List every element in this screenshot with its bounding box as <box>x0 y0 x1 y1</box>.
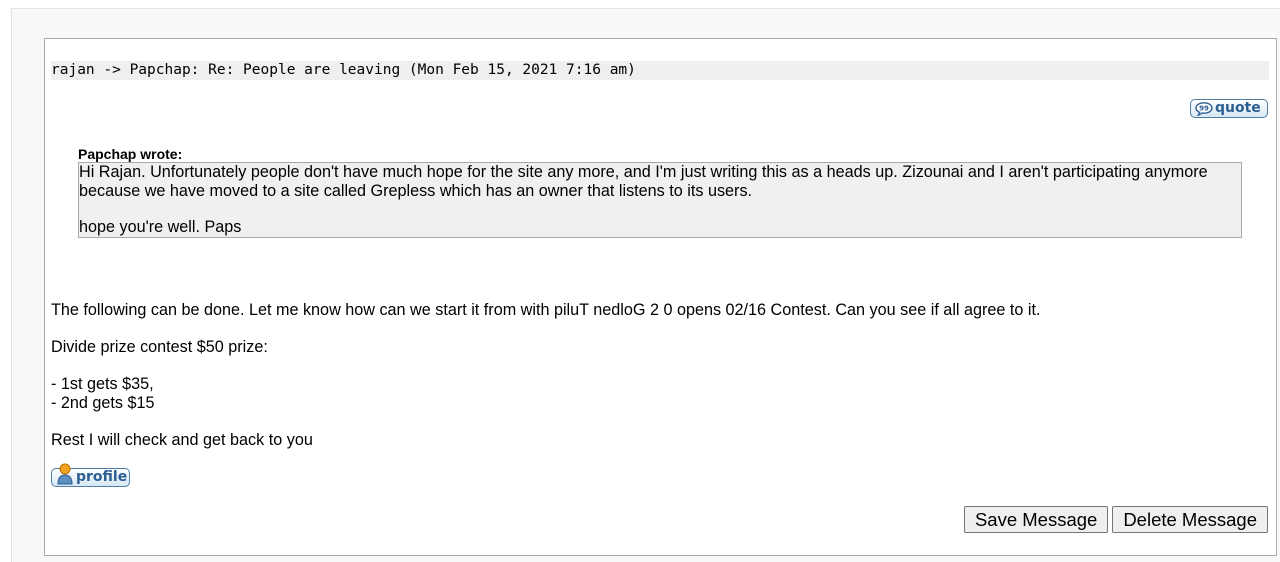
quote-author: Papchap wrote: <box>78 146 183 162</box>
page-background: rajan -> Papchap: Re: People are leaving… <box>11 8 1280 562</box>
body-line: - 2nd gets $15 <box>51 394 155 412</box>
body-paragraph: The following can be done. Let me know h… <box>51 301 1041 319</box>
quote-line: hope you're well. Paps <box>79 218 242 236</box>
message-panel: rajan -> Papchap: Re: People are leaving… <box>44 38 1277 556</box>
quote-spacer <box>79 201 1241 218</box>
profile-label: profile <box>76 469 128 485</box>
speech-bubble-icon: 99 <box>1195 102 1213 118</box>
svg-text:99: 99 <box>1199 105 1209 113</box>
quote-line: Hi Rajan. Unfortunately people don't hav… <box>79 163 1208 181</box>
body-paragraph: Rest I will check and get back to you <box>51 431 313 449</box>
quoted-message: Papchap wrote: Hi Rajan. Unfortunately p… <box>78 146 1242 238</box>
body-paragraph: Divide prize contest $50 prize: <box>51 338 268 356</box>
message-header: rajan -> Papchap: Re: People are leaving… <box>51 61 1269 80</box>
message-body: The following can be done. Let me know h… <box>51 301 1261 450</box>
quote-line: because we have moved to a site called G… <box>79 182 753 200</box>
profile-button[interactable]: profile <box>51 463 130 487</box>
body-line: - 1st gets $35, <box>51 375 154 393</box>
delete-message-button[interactable]: Delete Message <box>1112 506 1268 533</box>
quote-box: Hi Rajan. Unfortunately people don't hav… <box>78 162 1242 238</box>
message-actions: Save Message Delete Message <box>963 506 1268 533</box>
save-message-button[interactable]: Save Message <box>963 506 1109 533</box>
quote-label: quote <box>1215 100 1261 116</box>
quote-button[interactable]: 99 quote <box>1190 99 1268 118</box>
user-icon <box>56 463 74 485</box>
